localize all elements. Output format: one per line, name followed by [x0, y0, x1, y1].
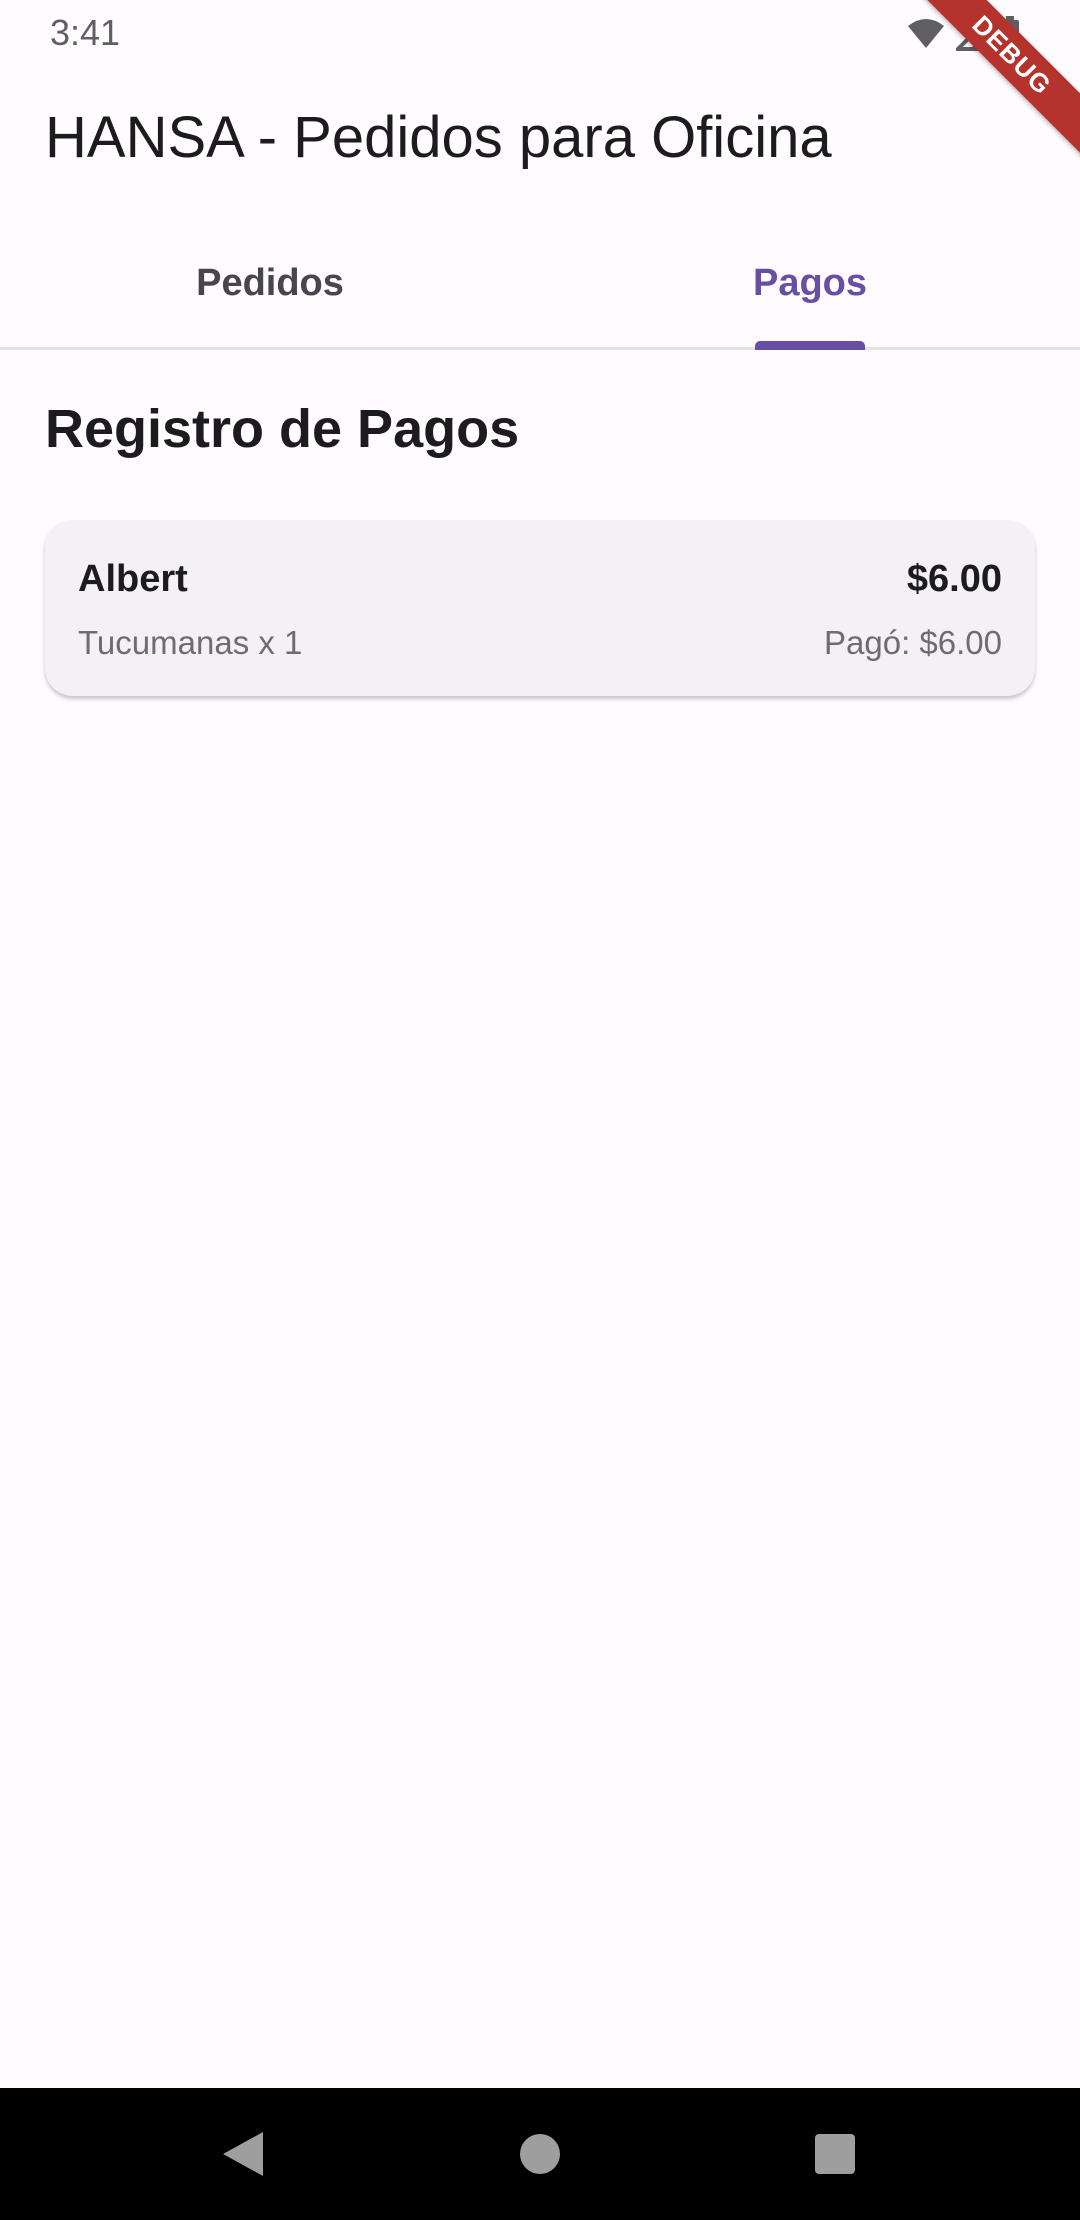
status-time: 3:41 [50, 12, 121, 53]
system-nav-bar [0, 2088, 1080, 2220]
home-icon[interactable] [510, 2128, 570, 2180]
payment-card[interactable]: Albert $6.00 Tucumanas x 1 Pagó: $6.00 [45, 520, 1035, 696]
payment-name: Albert [78, 558, 188, 600]
battery-icon [1000, 16, 1020, 52]
app-screen: 3:41 DEBUG HANSA - Pedidos para Oficina … [0, 0, 1080, 2220]
app-bar: HANSA - Pedidos para Oficina [0, 66, 1080, 220]
tab-bar: Pedidos Pagos [0, 220, 1080, 350]
payment-detail: Tucumanas x 1 [78, 624, 303, 661]
tab-pedidos-label: Pedidos [196, 262, 344, 304]
wifi-icon [906, 18, 946, 50]
recents-icon[interactable] [805, 2128, 865, 2180]
back-icon[interactable] [213, 2128, 273, 2180]
section-title: Registro de Pagos [45, 399, 520, 459]
status-icons [906, 16, 1020, 52]
signal-icon [956, 17, 990, 51]
tab-pedidos[interactable]: Pedidos [0, 220, 540, 347]
status-bar: 3:41 [0, 0, 1080, 66]
payment-total: $6.00 [906, 558, 1002, 600]
app-title: HANSA - Pedidos para Oficina [45, 105, 832, 170]
payment-paid: Pagó: $6.00 [824, 624, 1002, 661]
tab-pagos[interactable]: Pagos [540, 220, 1080, 350]
tab-indicator [755, 341, 865, 350]
tab-pagos-label: Pagos [752, 262, 868, 304]
